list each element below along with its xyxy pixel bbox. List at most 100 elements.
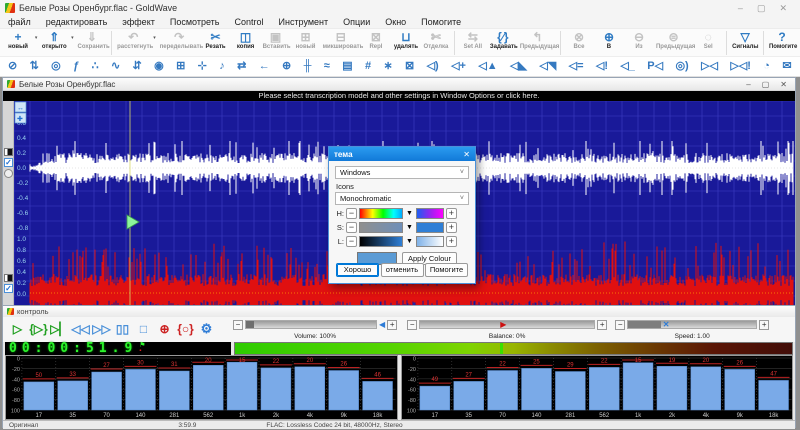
message-icon[interactable]: ✉ [782,61,791,72]
play-from-button[interactable]: ▷▏ [49,319,70,340]
saturation-plus-button[interactable]: + [446,222,457,233]
sound-maximize-button[interactable]: ▢ [762,80,770,89]
lightness-plus-button[interactable]: + [446,236,457,247]
filter-icon[interactable]: ▤ [342,61,352,72]
menu-item-1[interactable]: редактировать [46,17,108,27]
balance-plus-button[interactable]: + [597,320,607,330]
record-button[interactable]: ⊕ [154,319,175,340]
dialog-close-icon[interactable]: ✕ [463,150,470,159]
lightness-slider-thumb[interactable]: ▼ [406,238,413,245]
saturation-minus-button[interactable]: − [346,222,357,233]
volume-plus-button[interactable]: + [387,320,397,330]
compressor-icon[interactable]: ⊕ [282,61,291,72]
shape-left-icon[interactable]: ← [259,61,270,72]
saturation-preview-bar[interactable] [416,222,444,233]
left-channel-checkbox[interactable]: ✓ [4,158,13,167]
menu-item-6[interactable]: Опции [343,17,370,27]
speed-slider[interactable]: ✕ [627,320,757,329]
cancel-button[interactable]: отменить [381,263,424,277]
noise-icon[interactable]: ∿ [111,61,120,72]
volume-minus-button[interactable]: − [233,320,243,330]
volume-up-icon[interactable]: ◁+ [451,61,466,72]
lightness-minus-button[interactable]: − [346,236,357,247]
volume-fade-in-icon[interactable]: ◁◣ [510,61,527,72]
new-button[interactable]: +новый [3,30,33,51]
close-button[interactable]: ✕ [779,3,787,14]
previous-marker-button[interactable]: ↰Предыдущая [518,30,557,51]
mute-icon[interactable]: ⊘ [8,61,17,72]
hue-gradient-bar[interactable] [359,208,403,219]
expression-icon[interactable]: ƒ [73,61,79,72]
record-selection-button[interactable]: {○} [175,319,196,340]
lightness-preview-bar[interactable] [416,236,444,247]
ok-button[interactable]: Хорошо [336,263,379,277]
volume-slider[interactable] [245,320,377,329]
zoom-out-button[interactable]: ⊖Из [624,30,654,51]
pause-button[interactable]: ▯▯ [112,319,133,340]
stereo-icon[interactable]: ◎) [675,61,688,72]
speed-plus-button[interactable]: + [759,320,769,330]
balance-slider[interactable]: ▶ [419,320,595,329]
cues-button[interactable]: ▽Сигналы [730,30,760,51]
saturation-slider-thumb[interactable]: ▼ [406,224,413,231]
menu-item-8[interactable]: Помогите [421,17,461,27]
time-display[interactable]: 00:00:51.9 ⚑▪ [5,342,231,355]
lightness-gradient-bar[interactable] [359,236,403,247]
play-button[interactable]: ▷ [7,319,28,340]
mix-button[interactable]: ⊟микшировать [321,30,361,51]
saturation-gradient-bar[interactable] [359,222,403,233]
menu-item-4[interactable]: Control [234,17,263,27]
equalizer-icon[interactable]: ╫ [304,61,312,72]
speed-minus-button[interactable]: − [615,320,625,330]
speed-thumb[interactable]: ✕ [663,320,670,329]
stop-button[interactable]: □ [133,319,154,340]
help-button[interactable]: Помогите [425,263,468,277]
icons-select[interactable]: Monochromatic˅ [335,192,469,205]
volume-fade-out-icon[interactable]: ◁◥ [539,61,556,72]
sound-close-button[interactable]: ✕ [780,80,787,89]
spectrum-left-panel[interactable]: 0-20-40-60-80100501733352770301403128120… [5,355,398,420]
loudness-icon[interactable]: ◁! [596,61,608,72]
mechanize-icon[interactable]: ◉ [154,61,164,72]
bounce-icon[interactable]: ▷◁ [701,61,718,72]
undo-button[interactable]: ↶расстегнуть [115,30,151,51]
volume-thumb[interactable] [246,321,254,328]
hue-plus-button[interactable]: + [446,208,457,219]
match-volume-icon[interactable]: ◁= [569,61,584,72]
censor-icon[interactable]: ⊠ [405,61,414,72]
volume-max-icon[interactable]: ◁▲ [478,61,497,72]
pitch-icon[interactable]: ⊹ [198,61,207,72]
volume-low-icon[interactable]: ◁_ [620,61,635,72]
transcription-message-bar[interactable]: Please select transcription model and ot… [3,91,795,101]
zoom-all-button[interactable]: ⊗Все [564,30,594,51]
menu-item-3[interactable]: Посмотреть [170,17,220,27]
right-channel-checkbox[interactable]: ✓ [4,284,13,293]
menu-item-0[interactable]: файл [8,17,31,27]
rewind-button[interactable]: ◁◁ [70,319,91,340]
playback-rate-icon[interactable]: ♪ [219,61,225,72]
play-selection-button[interactable]: {▷} [28,319,49,340]
zoom-selection-button[interactable]: ◌Sel [693,30,723,51]
doppler-icon[interactable]: ◎ [51,61,61,72]
reverse-icon[interactable]: ⇄ [237,61,246,72]
smoother-icon[interactable]: ∗ [383,61,392,72]
speaker-icon[interactable]: ◁) [427,61,439,72]
left-channel-radio[interactable] [4,169,13,178]
copy-button[interactable]: ◫копия [231,30,261,51]
zoom-in-button[interactable]: ⊕В [594,30,624,51]
help-button[interactable]: ?Помогите [767,30,797,51]
parametric-icon[interactable]: P◁ [647,61,663,72]
spectrum-right-panel[interactable]: 0-20-40-60-80100491727352270251402928122… [401,355,794,420]
redo-button[interactable]: ↷переделывать [158,30,201,51]
set-marker-button[interactable]: {∕}Задавать [488,30,518,51]
trim-button[interactable]: ✄Отделка [421,30,451,51]
timer-icon[interactable]: ◔ [763,61,770,72]
minimize-button[interactable]: – [738,3,743,14]
spectrum-filter-icon[interactable]: # [365,61,371,72]
paste-button[interactable]: ▣Вставить [261,30,291,51]
volume-shape-icon[interactable]: ≈ [324,61,330,72]
theme-select[interactable]: Windows˅ [335,166,469,179]
hue-minus-button[interactable]: − [346,208,357,219]
invert-icon[interactable]: ⇵ [133,61,142,72]
sound-minimize-button[interactable]: – [746,80,750,89]
